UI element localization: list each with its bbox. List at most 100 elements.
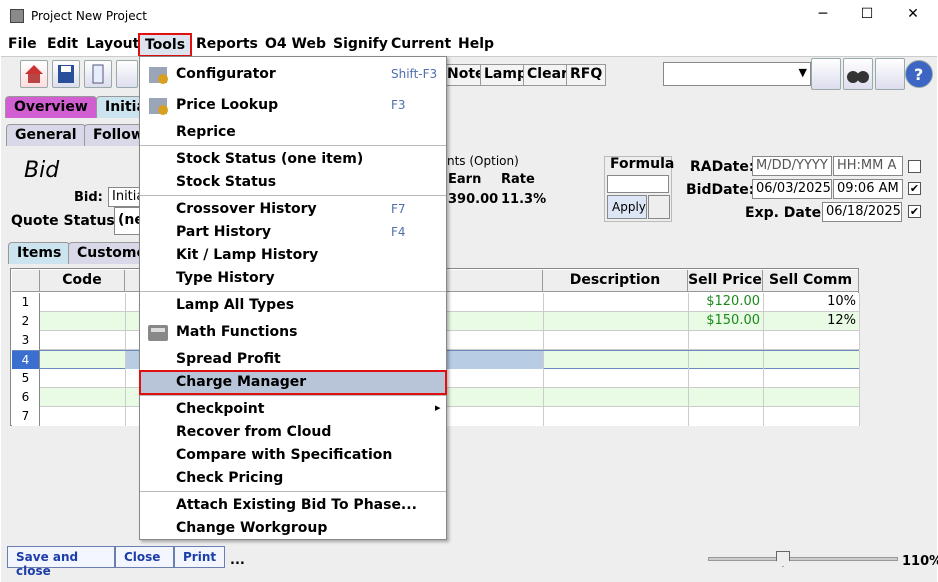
menu-item-change-workgroup[interactable]: Change Workgroup bbox=[140, 517, 446, 540]
tab-general[interactable]: General bbox=[6, 124, 86, 146]
cell-sell-price[interactable]: $120.00 bbox=[689, 293, 764, 312]
grid-header-sell-comm[interactable]: Sell Comm bbox=[763, 270, 859, 292]
formula-input[interactable] bbox=[607, 175, 669, 193]
home-icon[interactable] bbox=[20, 60, 48, 88]
cell-sell-comm[interactable] bbox=[764, 351, 860, 370]
cell-code[interactable] bbox=[40, 331, 126, 350]
close-window-button[interactable]: ✕ bbox=[903, 6, 923, 26]
cell-sell-comm[interactable]: 12% bbox=[764, 312, 860, 331]
minimize-button[interactable]: ─ bbox=[813, 6, 833, 26]
maximize-button[interactable]: ☐ bbox=[857, 6, 877, 26]
menu-item-attach-bid-phase[interactable]: Attach Existing Bid To Phase... bbox=[140, 494, 446, 517]
save-and-close-button[interactable]: Save and close bbox=[7, 546, 115, 578]
cell-description[interactable] bbox=[544, 388, 689, 407]
menu-file[interactable]: File bbox=[8, 36, 37, 52]
cell-sell-price[interactable] bbox=[689, 369, 764, 388]
grid-header-code[interactable]: Code bbox=[40, 270, 125, 292]
zoom-slider-track[interactable] bbox=[708, 557, 898, 561]
cell-sell-price[interactable] bbox=[689, 407, 764, 426]
close-button[interactable]: Close bbox=[115, 546, 174, 568]
cell-sell-comm[interactable] bbox=[764, 407, 860, 426]
menu-item-stock-status[interactable]: Stock Status bbox=[140, 171, 446, 194]
menu-item-recover-from-cloud[interactable]: Recover from Cloud bbox=[140, 421, 446, 444]
cell-sell-price[interactable] bbox=[689, 331, 764, 350]
radate-checkbox[interactable] bbox=[908, 160, 921, 173]
menu-item-reprice[interactable]: Reprice bbox=[140, 121, 446, 144]
menu-bar: File Edit Layout Tools Reports O4 Web Si… bbox=[0, 32, 938, 57]
menu-item-math-functions[interactable]: Math Functions bbox=[140, 321, 446, 344]
exp-date-checkbox[interactable]: ✔ bbox=[908, 205, 921, 218]
binoculars-icon[interactable] bbox=[843, 58, 873, 90]
save-icon[interactable] bbox=[52, 60, 80, 88]
quote-status-field[interactable]: (ne bbox=[114, 207, 140, 235]
menu-item-label: Crossover History bbox=[176, 201, 317, 217]
biddate-date-field[interactable]: 06/03/2025 bbox=[752, 179, 832, 199]
biddate-time-field[interactable]: 09:06 AM bbox=[833, 179, 903, 199]
cell-description[interactable] bbox=[544, 407, 689, 426]
menu-signify[interactable]: Signify bbox=[333, 36, 388, 52]
grid-header-description[interactable]: Description bbox=[543, 270, 688, 292]
menu-item-part-history[interactable]: Part History F4 bbox=[140, 221, 446, 244]
cell-description[interactable] bbox=[544, 293, 689, 312]
tab-overview[interactable]: Overview bbox=[5, 96, 97, 118]
menu-layout[interactable]: Layout bbox=[86, 36, 139, 52]
cell-code[interactable] bbox=[40, 407, 126, 426]
copy-icon[interactable] bbox=[84, 60, 112, 88]
cell-description[interactable] bbox=[544, 331, 689, 350]
menu-reports[interactable]: Reports bbox=[196, 36, 258, 52]
menu-item-price-lookup[interactable]: Price Lookup F3 bbox=[140, 94, 446, 117]
bid-field[interactable]: Initia bbox=[108, 187, 140, 207]
help-icon[interactable]: ? bbox=[905, 60, 933, 88]
radate-date-field[interactable]: M/DD/YYYY bbox=[752, 156, 832, 176]
cell-sell-price[interactable] bbox=[689, 388, 764, 407]
cell-code[interactable] bbox=[40, 369, 126, 388]
menu-item-compare-spec[interactable]: Compare with Specification bbox=[140, 444, 446, 467]
cell-code[interactable] bbox=[40, 388, 126, 407]
biddate-checkbox[interactable]: ✔ bbox=[908, 182, 921, 195]
menu-item-crossover-history[interactable]: Crossover History F7 bbox=[140, 198, 446, 221]
menu-item-stock-status-one[interactable]: Stock Status (one item) bbox=[140, 148, 446, 171]
print-button[interactable]: Print bbox=[174, 546, 225, 568]
cell-description[interactable] bbox=[544, 369, 689, 388]
menu-item-kit-lamp-history[interactable]: Kit / Lamp History bbox=[140, 244, 446, 267]
cell-sell-comm[interactable] bbox=[764, 331, 860, 350]
menu-separator bbox=[140, 195, 446, 196]
cell-description[interactable] bbox=[544, 312, 689, 331]
rfq-button[interactable]: RFQ bbox=[566, 64, 607, 86]
cell-sell-comm[interactable] bbox=[764, 388, 860, 407]
apply-button[interactable]: Apply bbox=[607, 195, 647, 219]
earn-value: 390.00 bbox=[448, 192, 499, 207]
cell-sell-price[interactable] bbox=[689, 351, 764, 370]
clipboard-icon[interactable] bbox=[116, 60, 138, 88]
radate-time-field[interactable]: HH:MM A bbox=[833, 156, 903, 176]
cell-code[interactable] bbox=[40, 312, 126, 331]
exp-date-field[interactable]: 06/18/2025 bbox=[822, 202, 902, 222]
menu-item-lamp-all-types[interactable]: Lamp All Types bbox=[140, 294, 446, 317]
cell-description[interactable] bbox=[544, 351, 689, 370]
cell-sell-price[interactable]: $150.00 bbox=[689, 312, 764, 331]
document-icon[interactable] bbox=[875, 58, 905, 90]
menu-item-checkpoint[interactable]: Checkpoint ▸ bbox=[140, 398, 446, 421]
clear-button[interactable]: Clear bbox=[523, 64, 572, 86]
menu-tools[interactable]: Tools bbox=[138, 33, 193, 57]
clipboard-paste-icon[interactable] bbox=[811, 58, 841, 90]
menu-o4web[interactable]: O4 Web bbox=[265, 36, 326, 52]
cell-code[interactable] bbox=[40, 351, 126, 370]
menu-item-label: Charge Manager bbox=[176, 374, 307, 390]
cell-sell-comm[interactable] bbox=[764, 369, 860, 388]
menu-edit[interactable]: Edit bbox=[47, 36, 78, 52]
menu-item-configurator[interactable]: Configurator Shift-F3 bbox=[140, 63, 446, 86]
cell-sell-comm[interactable]: 10% bbox=[764, 293, 860, 312]
earn-label: Earn bbox=[448, 172, 482, 187]
menu-item-check-pricing[interactable]: Check Pricing bbox=[140, 467, 446, 490]
menu-help[interactable]: Help bbox=[458, 36, 494, 52]
menu-item-spread-profit[interactable]: Spread Profit bbox=[140, 348, 446, 371]
menu-current[interactable]: Current bbox=[391, 36, 451, 52]
menu-item-type-history[interactable]: Type History bbox=[140, 267, 446, 290]
cell-code[interactable] bbox=[40, 293, 126, 312]
menu-item-charge-manager[interactable]: Charge Manager bbox=[139, 370, 447, 395]
grid-header-sell-price[interactable]: Sell Price bbox=[688, 270, 763, 292]
tab-items[interactable]: Items bbox=[8, 242, 71, 264]
toolbar-dropdown[interactable]: ▼ bbox=[663, 62, 811, 86]
calendar-icon[interactable] bbox=[648, 195, 670, 219]
